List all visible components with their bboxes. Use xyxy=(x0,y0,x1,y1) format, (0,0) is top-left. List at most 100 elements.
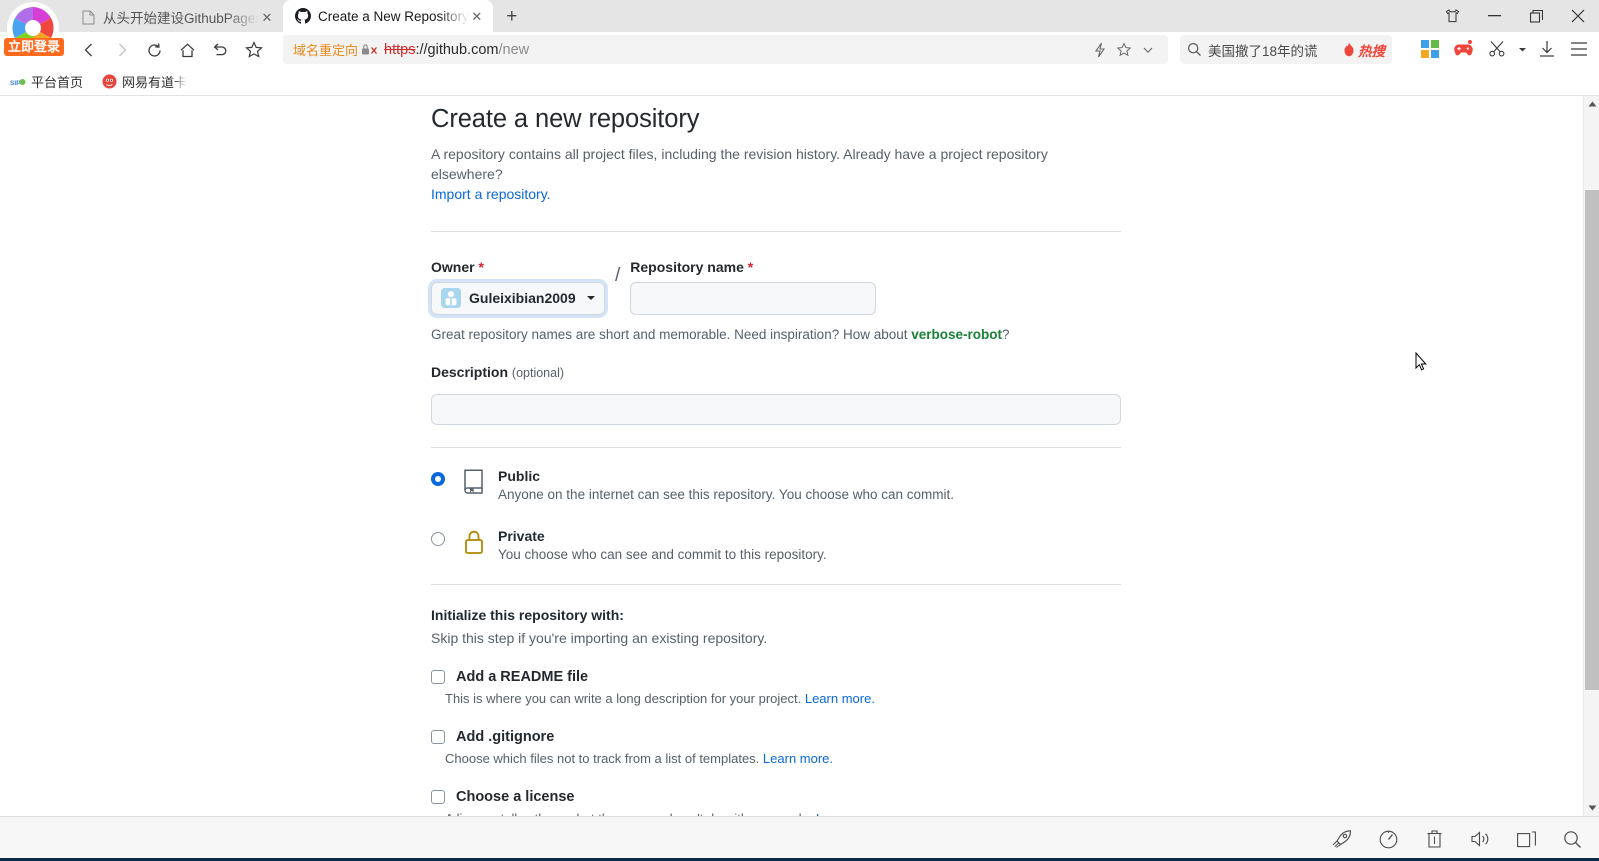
description-optional-tag: (optional) xyxy=(511,365,565,380)
readme-text: Add a README file xyxy=(456,668,588,686)
minimize-button[interactable] xyxy=(1473,0,1515,32)
gitignore-description-text: Choose which files not to track from a l… xyxy=(445,750,763,766)
owner-required-mark: * xyxy=(478,258,484,275)
private-radio[interactable] xyxy=(431,531,445,546)
rocket-boost-icon[interactable] xyxy=(1323,824,1361,854)
windows-apps-icon[interactable] xyxy=(1414,34,1446,64)
trash-icon[interactable] xyxy=(1415,824,1453,854)
url-bar[interactable]: 域名重定向 https://github.com/new xyxy=(283,35,1168,64)
license-checkbox[interactable] xyxy=(431,789,445,804)
repo-name-input[interactable] xyxy=(630,281,877,315)
checkbox-row-license[interactable]: Choose a license xyxy=(431,788,1121,806)
forward-icon xyxy=(105,35,138,65)
menu-icon[interactable] xyxy=(1563,34,1595,64)
license-label: Choose a license xyxy=(456,788,575,805)
search-input[interactable]: 美国撤了18年的谎 热搜 xyxy=(1180,35,1392,64)
page-subtitle: A repository contains all project files,… xyxy=(431,144,1121,205)
undo-icon[interactable] xyxy=(204,35,237,65)
close-button[interactable] xyxy=(1557,0,1599,32)
bookmark-item-platform-home[interactable]: SIP 平台首页 xyxy=(10,72,83,91)
youdao-icon xyxy=(101,74,117,90)
page-icon xyxy=(80,9,96,25)
scroll-up-arrow-icon[interactable] xyxy=(1584,96,1599,112)
visibility-option-private[interactable]: Private You choose who can see and commi… xyxy=(431,528,1121,562)
scrollbar-thumb[interactable] xyxy=(1585,190,1599,690)
tab-close-icon[interactable]: ✕ xyxy=(469,10,485,23)
create-repo-form: Create a new repository A repository con… xyxy=(431,104,1121,816)
checkbox-row-readme[interactable]: Add a README file xyxy=(431,668,1121,686)
repo-book-icon xyxy=(459,468,489,495)
private-text: Private You choose who can see and commi… xyxy=(498,528,827,562)
description-field: Description (optional) xyxy=(431,364,1121,425)
gitignore-text: Add .gitignore xyxy=(456,728,554,746)
game-controller-icon[interactable] xyxy=(1446,34,1482,64)
browser-tab-inactive[interactable]: 从头开始建设GithubPages | G ✕ xyxy=(68,2,283,32)
star-icon[interactable] xyxy=(237,35,270,65)
suggested-name-link[interactable]: verbose-robot xyxy=(911,327,1002,342)
gitignore-description: Choose which files not to track from a l… xyxy=(445,751,1121,766)
page-scrollbar[interactable] xyxy=(1583,96,1599,816)
search-icon[interactable] xyxy=(1553,824,1591,854)
maximize-button[interactable] xyxy=(1515,0,1557,32)
tab-title: Create a New Repository xyxy=(318,8,469,24)
scroll-down-arrow-icon[interactable] xyxy=(1584,800,1599,816)
initialize-title: Initialize this repository with: xyxy=(431,606,624,623)
browser-status-bar xyxy=(0,816,1599,861)
description-input[interactable] xyxy=(431,393,1121,425)
public-description: Anyone on the internet can see this repo… xyxy=(498,486,955,502)
back-icon[interactable] xyxy=(72,35,105,65)
bookmark-item-youdao[interactable]: 网易有道卡 xyxy=(101,72,187,91)
browser-tab-active[interactable]: Create a New Repository ✕ xyxy=(283,0,493,32)
browser-toolbar-icons xyxy=(1414,34,1595,64)
owner-repo-separator: / xyxy=(615,264,621,286)
tshirt-skin-icon[interactable] xyxy=(1431,0,1473,32)
owner-label: Owner * xyxy=(431,259,605,275)
url-separator: :// xyxy=(415,41,428,58)
bookmark-label: 网易有道卡 xyxy=(122,75,188,90)
visibility-option-public[interactable]: Public Anyone on the internet can see th… xyxy=(431,468,1121,502)
volume-icon[interactable] xyxy=(1461,824,1499,854)
divider xyxy=(431,230,1121,232)
page-subtitle-text: A repository contains all project files,… xyxy=(431,145,1048,183)
gitignore-checkbox[interactable] xyxy=(431,729,445,744)
checkbox-row-gitignore[interactable]: Add .gitignore xyxy=(431,728,1121,746)
initialize-subtitle: Skip this step if you're importing an ex… xyxy=(431,629,768,646)
star-outline-icon[interactable] xyxy=(1112,41,1136,58)
login-badge[interactable]: 立即登录 xyxy=(4,38,65,56)
browser-logo[interactable]: 立即登录 xyxy=(4,2,65,62)
window-split-icon[interactable] xyxy=(1507,824,1545,854)
page-viewport: Create a new repository A repository con… xyxy=(0,96,1599,816)
readme-learn-more-link[interactable]: Learn more. xyxy=(805,691,875,706)
divider xyxy=(431,583,1121,585)
tab-strip: 从头开始建设GithubPages | G ✕ Create a New Rep… xyxy=(68,0,527,32)
hot-search-label: 热搜 xyxy=(1358,43,1385,59)
readme-description-text: This is where you can write a long descr… xyxy=(445,690,805,706)
new-tab-button[interactable]: + xyxy=(497,2,527,32)
scissors-screenshot-icon[interactable] xyxy=(1482,34,1514,64)
repo-name-label-text: Repository name xyxy=(630,258,744,275)
owner-field: Owner * Guleixibian2009 xyxy=(431,259,605,315)
tab-title: 从头开始建设GithubPages | G xyxy=(103,11,259,26)
window-controls xyxy=(1431,0,1599,32)
tab-close-icon[interactable]: ✕ xyxy=(259,11,275,24)
repo-name-hint-prefix: Great repository names are short and mem… xyxy=(431,326,912,342)
gitignore-learn-more-link[interactable]: Learn more. xyxy=(763,751,833,766)
repo-name-field: Repository name * xyxy=(630,258,877,315)
hot-search-badge[interactable]: 热搜 xyxy=(1342,40,1385,60)
home-icon[interactable] xyxy=(171,35,204,65)
owner-select[interactable]: Guleixibian2009 xyxy=(431,281,605,315)
import-repository-link[interactable]: Import a repository. xyxy=(431,186,551,202)
speed-dial-icon[interactable] xyxy=(1369,824,1407,854)
download-icon[interactable] xyxy=(1531,34,1563,64)
lock-warning-icon[interactable] xyxy=(361,43,379,57)
public-title: Public xyxy=(498,467,541,484)
readme-checkbox[interactable] xyxy=(431,669,445,684)
scissors-dropdown-icon[interactable] xyxy=(1514,34,1531,64)
search-icon xyxy=(1187,42,1202,57)
lightning-icon[interactable] xyxy=(1088,42,1112,58)
chevron-down-icon xyxy=(587,296,595,301)
public-radio[interactable] xyxy=(431,471,445,486)
private-title: Private xyxy=(498,527,545,544)
chevron-down-icon[interactable] xyxy=(1136,44,1160,56)
reload-icon[interactable] xyxy=(138,35,171,65)
